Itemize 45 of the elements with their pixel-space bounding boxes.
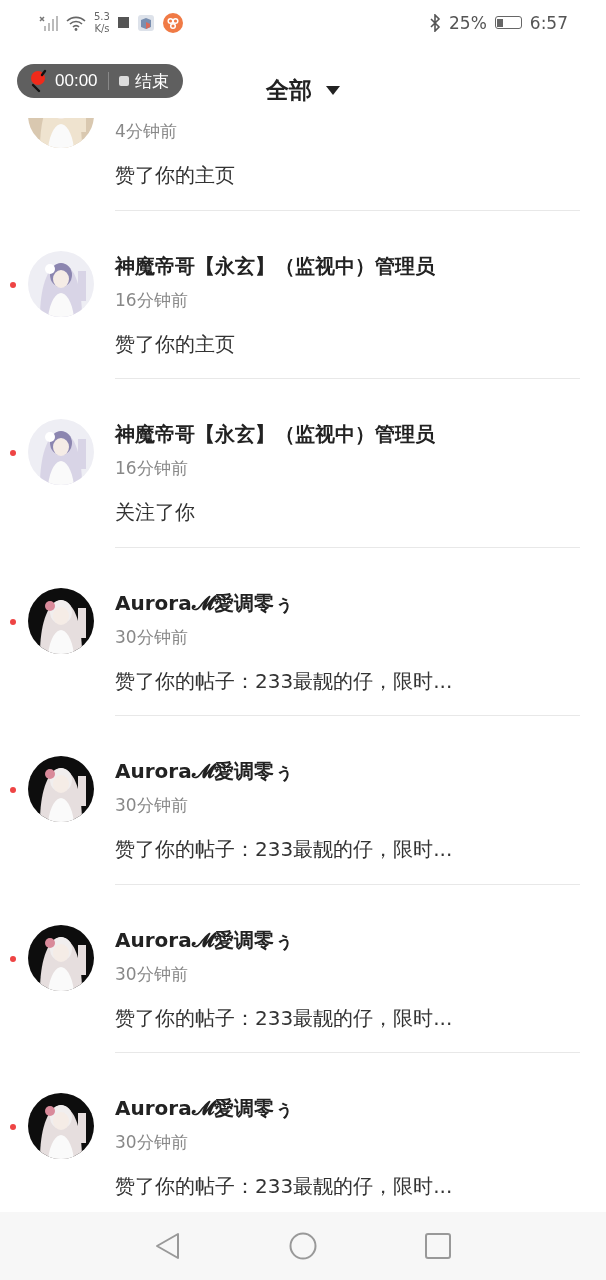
user-name[interactable]: 神魔帝哥【永玄】（监视中）管理员	[115, 419, 435, 449]
notification-text: 关注了你	[115, 499, 195, 526]
timestamp: 16分钟前	[115, 288, 188, 312]
notification-text: 赞了你的主页	[115, 330, 235, 358]
recents-icon[interactable]	[425, 1233, 451, 1259]
home-icon[interactable]	[289, 1232, 317, 1260]
notification-text: 赞了你的帖子：233最靓的仔，限时...	[115, 667, 453, 695]
signal-icon	[38, 14, 58, 31]
clock: 6:57	[529, 12, 568, 33]
notification-text: 赞了你的主页	[115, 162, 235, 189]
battery-icon	[494, 16, 522, 29]
bluetooth-icon	[429, 13, 441, 32]
timestamp: 30分钟前	[115, 962, 188, 986]
notification-text: 赞了你的帖子：233最靓的仔，限时...	[115, 1173, 453, 1200]
app-icon	[136, 13, 155, 32]
timestamp: 30分钟前	[115, 1131, 188, 1154]
battery-percent: 25%	[449, 12, 487, 33]
stop-button[interactable]: 结束	[118, 69, 169, 93]
timestamp: 30分钟前	[115, 625, 188, 649]
notification-item[interactable]: 4分钟前 赞了你的主页	[0, 118, 606, 211]
screen-recorder-pill[interactable]: 00:00 结束	[17, 64, 183, 98]
notification-item[interactable]: Aurora𝓜愛调零ぅ 30分钟前 赞了你的帖子：233最靓的仔，限时...	[0, 884, 606, 1053]
notification-text: 赞了你的帖子：233最靓的仔，限时...	[115, 1004, 453, 1032]
speed-unit: K/s	[94, 22, 110, 35]
recording-time: 00:00	[55, 71, 98, 91]
user-name[interactable]: 神魔帝哥【永玄】（监视中）管理员	[115, 250, 435, 281]
app-icon	[162, 12, 183, 33]
user-name[interactable]: Aurora𝓜愛调零ぅ	[115, 1093, 294, 1123]
network-speed: 5.3	[94, 10, 110, 23]
notification-item[interactable]: Aurora𝓜愛调零ぅ 30分钟前 赞了你的帖子：233最靓的仔，限时...	[0, 716, 606, 885]
notification-item[interactable]: 神魔帝哥【永玄】（监视中）管理员 16分钟前 赞了你的主页	[0, 210, 606, 379]
square-icon	[117, 17, 129, 28]
wifi-icon	[66, 14, 86, 31]
back-icon[interactable]	[155, 1232, 181, 1260]
notification-item[interactable]: Aurora𝓜愛调零ぅ 30分钟前 赞了你的帖子：233最靓的仔，限时...	[0, 547, 606, 716]
notification-text: 赞了你的帖子：233最靓的仔，限时...	[115, 836, 453, 863]
user-name[interactable]: Aurora𝓜愛调零ぅ	[115, 587, 294, 618]
filter-dropdown[interactable]: 全部	[266, 75, 340, 106]
caret-icon	[326, 86, 340, 95]
user-name[interactable]: Aurora𝓜愛调零ぅ	[115, 924, 294, 955]
timestamp: 4分钟前	[115, 120, 177, 143]
notification-item[interactable]: 神魔帝哥【永玄】（监视中）管理员 16分钟前 关注了你	[0, 379, 606, 548]
user-name[interactable]: Aurora𝓜愛调零ぅ	[115, 756, 294, 786]
timestamp: 30分钟前	[115, 794, 188, 817]
timestamp: 16分钟前	[115, 457, 188, 480]
